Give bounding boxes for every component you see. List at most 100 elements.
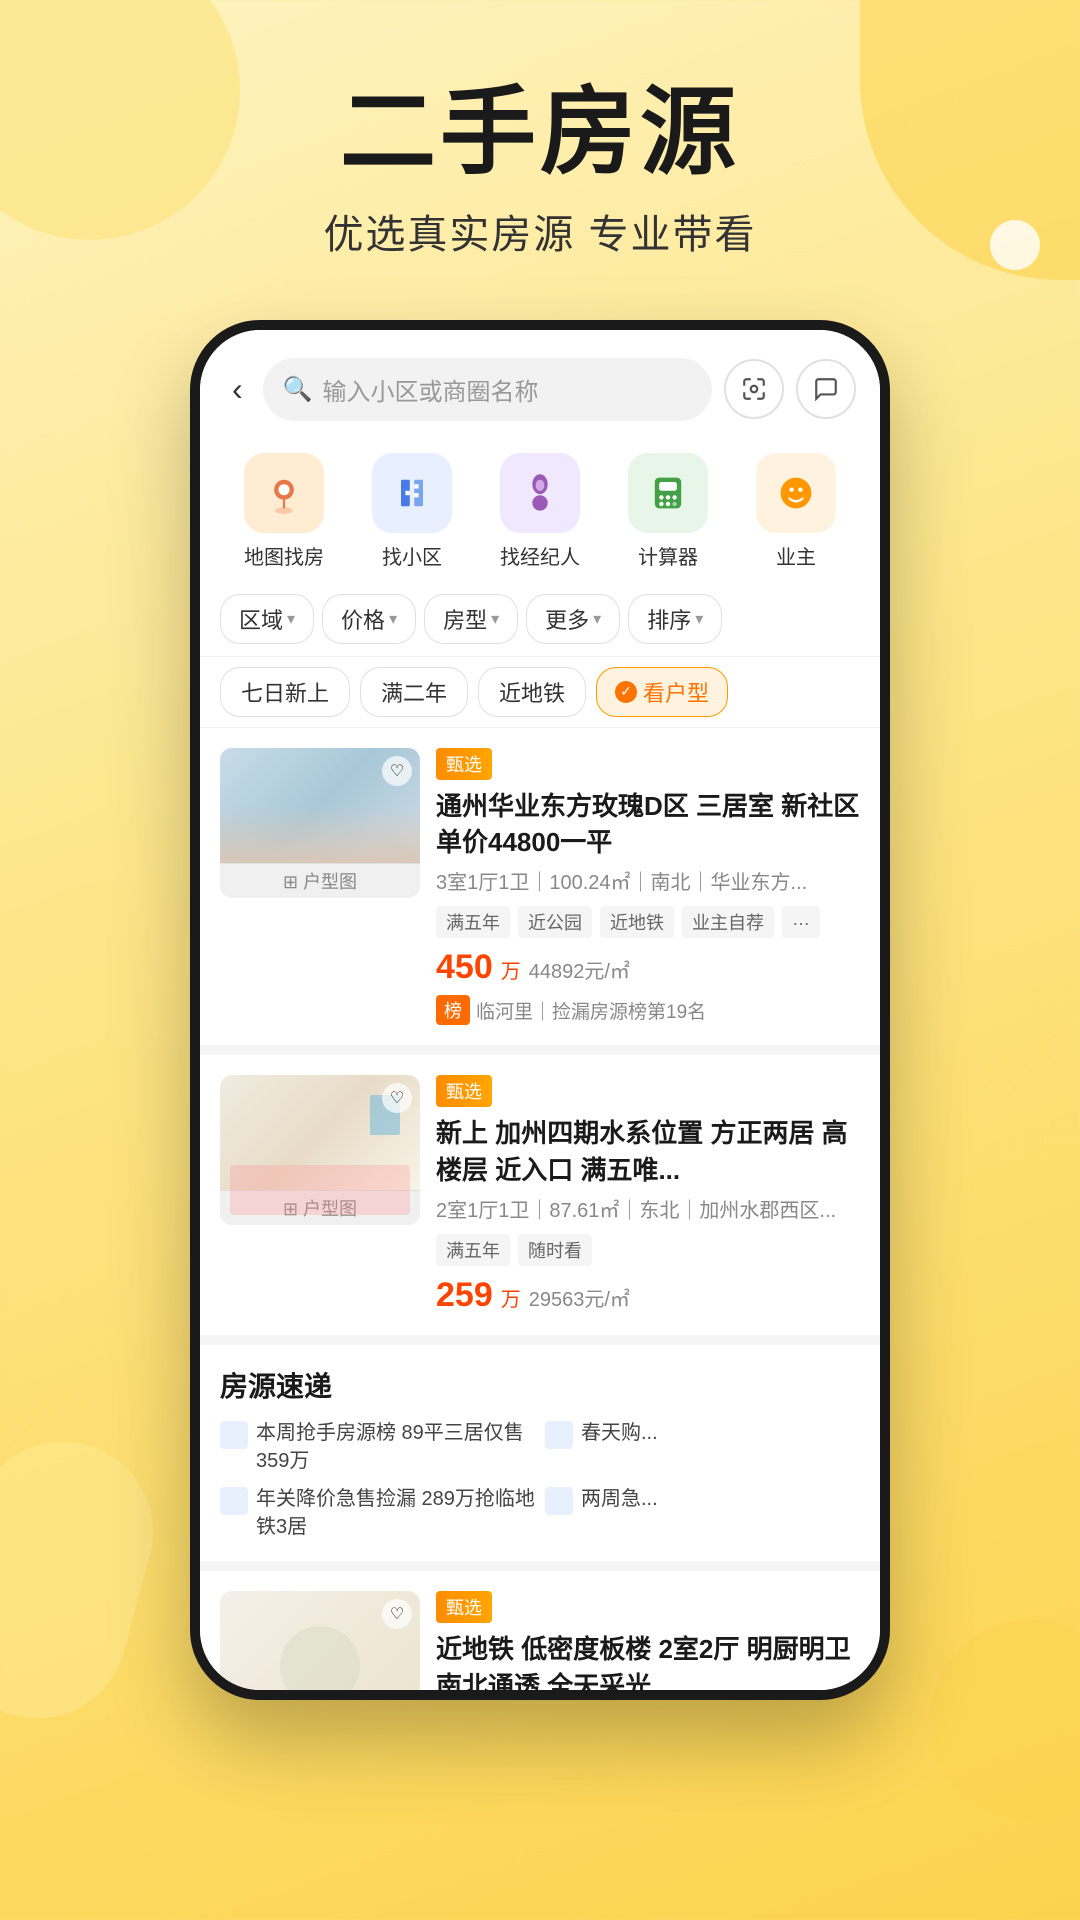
listing-title-row-2: 甄选 新上 加州四期水系位置 方正两居 高楼层 近入口 满五唯...: [436, 1075, 860, 1188]
listing-price-row-2: 259 万 29563元/㎡: [436, 1276, 860, 1315]
listing-card-1[interactable]: ⊞ 户型图 ♡ 甄选 通州华业东方玫瑰D区 三居室 新社区 单价44800一平 …: [200, 728, 880, 1046]
message-button[interactable]: [796, 359, 856, 419]
filter-sort[interactable]: 排序 ▾: [628, 594, 722, 644]
nav-item-calculator[interactable]: 计算器: [628, 453, 708, 570]
favorite-icon-3[interactable]: ♡: [382, 1599, 412, 1629]
camera-scan-button[interactable]: [724, 359, 784, 419]
rank-text-1: 临河里｜捡漏房源榜第19名: [476, 997, 706, 1024]
listing-floorplan-1: ⊞ 户型图: [220, 863, 420, 898]
nav-item-agent[interactable]: 找经纪人: [500, 453, 580, 570]
listing-meta-1: 3室1厅1卫｜100.24㎡｜南北｜华业东方...: [436, 868, 860, 898]
nav-icon-map: [244, 453, 324, 533]
arrow-icon: ▾: [287, 609, 295, 629]
speed-grid: 本周抢手房源榜 89平三居仅售359万 春天购... 年关降价急售捡漏 289万…: [220, 1419, 860, 1541]
filter-bar: 区域 ▾ 价格 ▾ 房型 ▾ 更多 ▾ 排序 ▾: [200, 582, 880, 657]
nav-item-map[interactable]: 地图找房: [244, 453, 324, 570]
nav-label-map: 地图找房: [244, 541, 324, 570]
listing-title-2: 新上 加州四期水系位置 方正两居 高楼层 近入口 满五唯...: [436, 1115, 860, 1188]
listing-price-2: 259: [436, 1276, 493, 1315]
listing-info-2: 甄选 新上 加州四期水系位置 方正两居 高楼层 近入口 满五唯... 2室1厅1…: [436, 1075, 860, 1315]
speed-text-1: 春天购...: [581, 1419, 658, 1447]
search-bar-area: ‹ 🔍 输入小区或商圈名称: [200, 330, 880, 437]
tag-metro: 近地铁: [600, 906, 674, 938]
nav-item-owner[interactable]: 业主: [756, 453, 836, 570]
phone-mockup: ‹ 🔍 输入小区或商圈名称: [0, 320, 1080, 1700]
listing-title-row-1: 甄选 通州华业东方玫瑰D区 三居室 新社区 单价44800一平: [436, 748, 860, 861]
speed-item-0[interactable]: 本周抢手房源榜 89平三居仅售359万: [220, 1419, 535, 1475]
tags-bar: 七日新上 满二年 近地铁 ✓ 看户型: [200, 657, 880, 728]
listing-price-1: 450: [436, 948, 493, 987]
listing-info-1: 甄选 通州华业东方玫瑰D区 三居室 新社区 单价44800一平 3室1厅1卫｜1…: [436, 748, 860, 1026]
speed-section: 房源速递 本周抢手房源榜 89平三居仅售359万 春天购... 年关降价急售捡漏…: [200, 1345, 880, 1561]
nav-label-community: 找小区: [382, 541, 442, 570]
arrow-icon: ▾: [389, 609, 397, 629]
listing-image-2: ⊞ 户型图 ♡: [220, 1075, 420, 1225]
listing-info-3: 甄选 近地铁 低密度板楼 2室2厅 明厨明卫 南北通透 全天采光... 2室2厅…: [436, 1591, 860, 1689]
speed-icon-0: [220, 1421, 248, 1449]
nav-label-owner: 业主: [776, 541, 816, 570]
speed-text-0: 本周抢手房源榜 89平三居仅售359万: [256, 1419, 535, 1475]
tag-floor-plan[interactable]: ✓ 看户型: [596, 667, 728, 717]
search-placeholder: 输入小区或商圈名称: [323, 372, 539, 407]
listing-inner-1: ⊞ 户型图 ♡ 甄选 通州华业东方玫瑰D区 三居室 新社区 单价44800一平 …: [220, 748, 860, 1026]
listing-price-unit-2: 万: [501, 1283, 521, 1312]
tag-two-year[interactable]: 满二年: [360, 667, 468, 717]
speed-icon-3: [545, 1487, 573, 1515]
listing-image-1: ⊞ 户型图 ♡: [220, 748, 420, 898]
listing-inner-3: ♡ 甄选 近地铁 低密度板楼 2室2厅 明厨明卫 南北通透 全天采光... 2室…: [220, 1591, 860, 1689]
listing-card-3[interactable]: ♡ 甄选 近地铁 低密度板楼 2室2厅 明厨明卫 南北通透 全天采光... 2室…: [200, 1571, 880, 1689]
rank-badge-1: 榜: [436, 995, 470, 1025]
page-subtitle: 优选真实房源 专业带看: [0, 202, 1080, 260]
nav-icon-community: [372, 453, 452, 533]
listing-price-row-1: 450 万 44892元/㎡: [436, 948, 860, 987]
tag-full5yr-2: 满五年: [436, 1234, 510, 1266]
listing-title-3: 近地铁 低密度板楼 2室2厅 明厨明卫 南北通透 全天采光...: [436, 1631, 860, 1689]
speed-icon-1: [545, 1421, 573, 1449]
listing-tags-2: 满五年 随时看: [436, 1234, 860, 1266]
listing-rank-1: 榜 临河里｜捡漏房源榜第19名: [436, 995, 860, 1025]
listings-container: ⊞ 户型图 ♡ 甄选 通州华业东方玫瑰D区 三居室 新社区 单价44800一平 …: [200, 728, 880, 1690]
arrow-icon: ▾: [593, 609, 601, 629]
tag-new[interactable]: 七日新上: [220, 667, 350, 717]
arrow-icon: ▾: [695, 609, 703, 629]
badge-selected-3: 甄选: [436, 1591, 492, 1623]
listing-image-3: ♡: [220, 1591, 420, 1689]
filter-area[interactable]: 区域 ▾: [220, 594, 314, 644]
nav-item-community[interactable]: 找小区: [372, 453, 452, 570]
filter-more[interactable]: 更多 ▾: [526, 594, 620, 644]
search-input-wrapper[interactable]: 🔍 输入小区或商圈名称: [263, 358, 712, 421]
tag-owner: 业主自荐: [682, 906, 774, 938]
tag-more: …: [782, 906, 820, 938]
listing-tags-1: 满五年 近公园 近地铁 业主自荐 …: [436, 906, 860, 938]
speed-item-2[interactable]: 年关降价急售捡漏 289万抢临地铁3居: [220, 1485, 535, 1541]
tag-park: 近公园: [518, 906, 592, 938]
badge-selected-1: 甄选: [436, 748, 492, 780]
favorite-icon-1[interactable]: ♡: [382, 756, 412, 786]
nav-label-calculator: 计算器: [638, 541, 698, 570]
nav-label-agent: 找经纪人: [500, 541, 580, 570]
back-button[interactable]: ‹: [224, 367, 251, 412]
listing-unit-price-2: 29563元/㎡: [529, 1283, 630, 1312]
badge-selected-2: 甄选: [436, 1075, 492, 1107]
listing-card-2[interactable]: ⊞ 户型图 ♡ 甄选 新上 加州四期水系位置 方正两居 高楼层 近入口 满五唯.…: [200, 1055, 880, 1335]
listing-unit-price-1: 44892元/㎡: [529, 955, 630, 984]
nav-icon-calculator: [628, 453, 708, 533]
phone-screen: ‹ 🔍 输入小区或商圈名称: [190, 320, 890, 1700]
speed-icon-2: [220, 1487, 248, 1515]
page-header: 二手房源 优选真实房源 专业带看: [0, 0, 1080, 260]
check-icon: ✓: [615, 681, 637, 703]
speed-title: 房源速递: [220, 1365, 860, 1405]
search-icon: 🔍: [283, 375, 313, 404]
tag-subway[interactable]: 近地铁: [478, 667, 586, 717]
listing-title-row-3: 甄选 近地铁 低密度板楼 2室2厅 明厨明卫 南北通透 全天采光...: [436, 1591, 860, 1689]
tag-full5yr: 满五年: [436, 906, 510, 938]
arrow-icon: ▾: [491, 609, 499, 629]
speed-item-1[interactable]: 春天购...: [545, 1419, 860, 1475]
filter-room-type[interactable]: 房型 ▾: [424, 594, 518, 644]
page-title: 二手房源: [0, 80, 1080, 186]
nav-icon-owner: [756, 453, 836, 533]
filter-price[interactable]: 价格 ▾: [322, 594, 416, 644]
listing-title-1: 通州华业东方玫瑰D区 三居室 新社区 单价44800一平: [436, 788, 860, 861]
nav-icon-agent: [500, 453, 580, 533]
speed-item-3[interactable]: 两周急...: [545, 1485, 860, 1541]
